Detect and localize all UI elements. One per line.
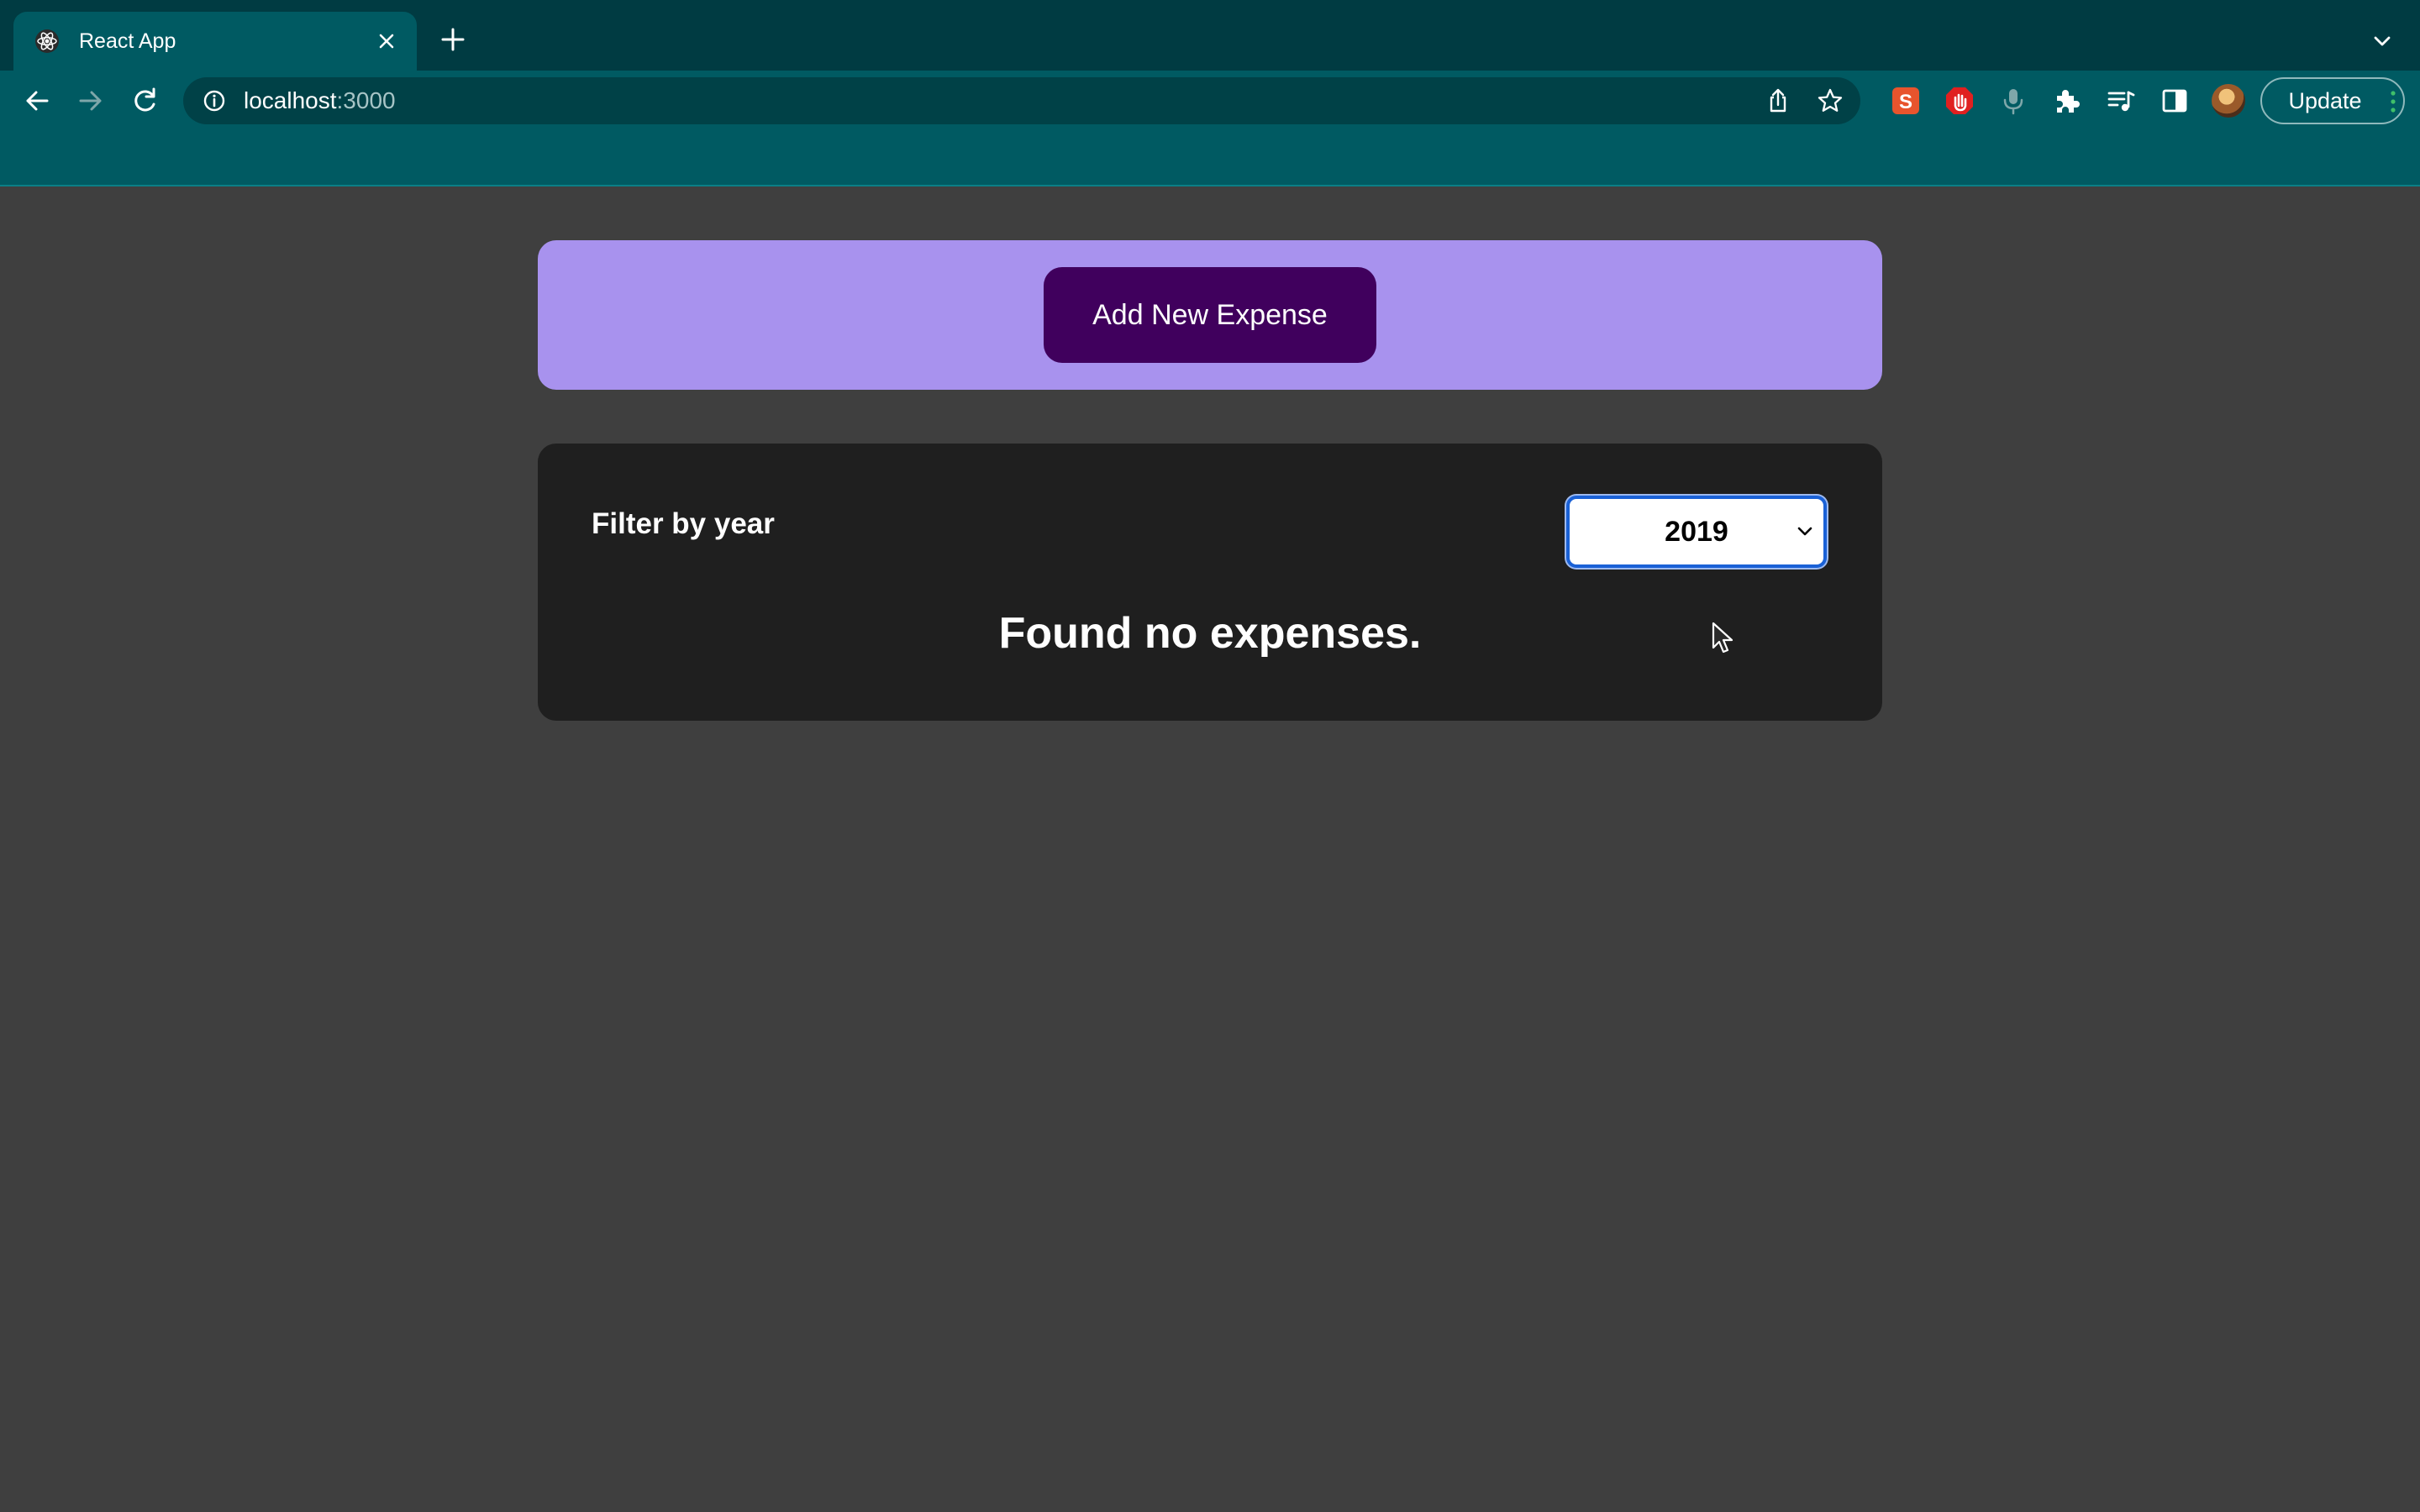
empty-state-message: Found no expenses. xyxy=(998,609,1422,658)
tab-title: React App xyxy=(79,29,176,53)
expenses-panel: Filter by year 2019 Found no expenses. xyxy=(538,444,1882,721)
selected-year: 2019 xyxy=(1665,515,1728,548)
url-text: localhost:3000 xyxy=(244,87,396,114)
reload-icon[interactable] xyxy=(128,84,161,118)
puzzle-extensions-icon[interactable] xyxy=(2052,86,2082,116)
update-button[interactable]: Update xyxy=(2260,77,2405,124)
react-logo-icon xyxy=(34,28,60,55)
close-tab-icon[interactable] xyxy=(373,28,400,55)
browser-chrome: React App localhost:3000 S Update xyxy=(0,0,2420,186)
url-host: localhost xyxy=(244,87,337,113)
chevron-down-icon xyxy=(1795,524,1815,539)
url-port: :3000 xyxy=(336,87,396,113)
forward-arrow-icon[interactable] xyxy=(74,84,108,118)
more-vertical-icon xyxy=(2390,89,2396,114)
filter-label: Filter by year xyxy=(592,507,775,540)
update-label: Update xyxy=(2288,87,2362,113)
site-info-icon[interactable] xyxy=(202,88,227,113)
profile-avatar[interactable] xyxy=(2212,84,2245,118)
bookmark-star-icon[interactable] xyxy=(1817,87,1844,114)
chevron-down-icon[interactable] xyxy=(2370,29,2395,54)
mouse-cursor-icon xyxy=(1711,622,1736,655)
stop-hand-extension-icon[interactable] xyxy=(1944,86,1975,116)
add-new-expense-button[interactable]: Add New Expense xyxy=(1044,267,1376,363)
new-tab-icon[interactable] xyxy=(439,25,467,54)
share-icon[interactable] xyxy=(1765,87,1791,114)
media-queue-icon[interactable] xyxy=(2106,86,2136,116)
side-panel-icon[interactable] xyxy=(2160,86,2190,116)
svg-text:S: S xyxy=(1899,91,1912,113)
browser-tab[interactable]: React App xyxy=(13,12,417,71)
microphone-icon[interactable] xyxy=(1998,86,2028,116)
address-bar[interactable]: localhost:3000 xyxy=(183,77,1860,124)
year-select[interactable]: 2019 xyxy=(1566,496,1827,568)
s-extension-icon[interactable]: S xyxy=(1891,86,1921,116)
back-arrow-icon[interactable] xyxy=(20,84,54,118)
new-expense-panel: Add New Expense xyxy=(538,240,1882,390)
tab-strip: React App xyxy=(0,0,2420,71)
